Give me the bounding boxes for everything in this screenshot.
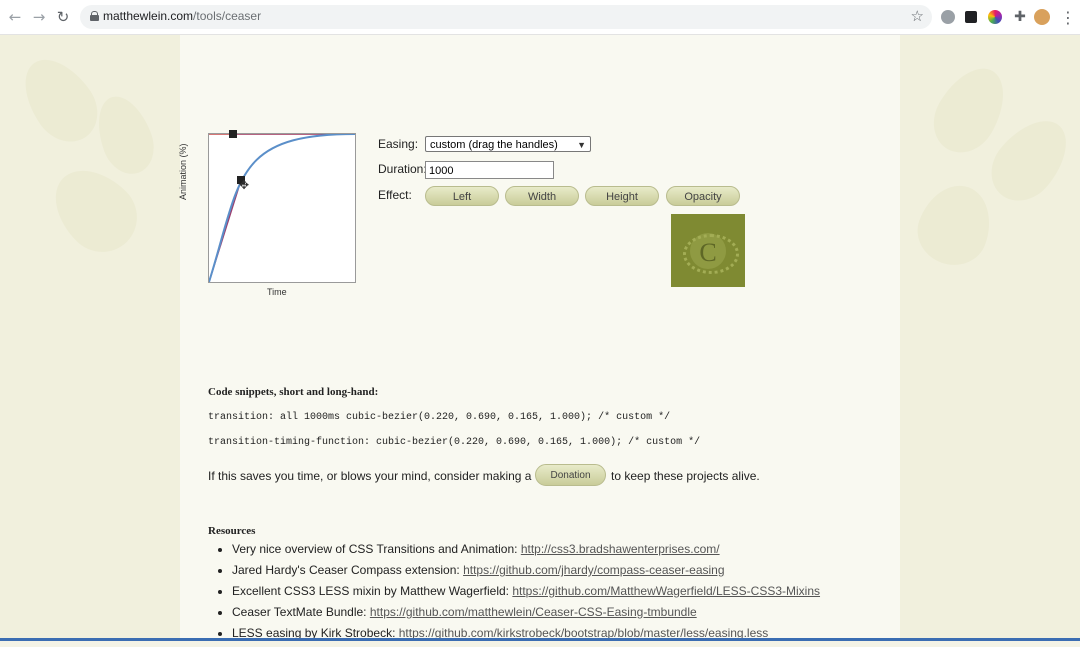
resource-text: Ceaser TextMate Bundle: [232, 605, 370, 619]
easing-curve [209, 134, 355, 282]
code-snippet-short[interactable]: transition: all 1000ms cubic-bezier(0.22… [208, 412, 670, 423]
easing-select[interactable]: custom (drag the handles) ▼ [425, 136, 591, 152]
resource-text: Excellent CSS3 LESS mixin by Matthew Wag… [232, 584, 513, 598]
bookmark-star-icon[interactable]: ☆ [911, 7, 924, 25]
resources-list: Very nice overview of CSS Transitions an… [208, 542, 912, 647]
kebab-menu-icon[interactable]: ⋮ [1060, 8, 1076, 27]
resource-link[interactable]: http://css3.bradshawenterprises.com/ [521, 542, 720, 556]
list-item: Jared Hardy's Ceaser Compass extension: … [232, 563, 912, 577]
forward-arrow-icon[interactable]: → [30, 8, 48, 26]
back-arrow-icon[interactable]: ← [6, 8, 24, 26]
effect-left-button[interactable]: Left [425, 186, 499, 206]
effect-width-button[interactable]: Width [505, 186, 579, 206]
browser-toolbar: ← → ↻ matthewlein.com/tools/ceaser ☆ ✚ ⋮ [0, 0, 1080, 35]
bezier-handle-2[interactable] [229, 130, 237, 138]
url-text[interactable]: matthewlein.com/tools/ceaser [103, 9, 261, 23]
resource-link[interactable]: https://github.com/matthewlein/Ceaser-CS… [370, 605, 697, 619]
right-background-panel [900, 35, 1080, 641]
left-background-panel [0, 35, 180, 641]
duration-input[interactable]: 1000 [425, 161, 554, 179]
reload-icon[interactable]: ↻ [54, 8, 72, 26]
donation-text-before: If this saves you time, or blows your mi… [208, 469, 532, 483]
resource-text: Jared Hardy's Ceaser Compass extension: [232, 563, 464, 577]
duration-label: Duration: [378, 162, 427, 176]
bezier-curve-svg [209, 134, 355, 282]
demo-letter: C [699, 238, 717, 267]
extensions-puzzle-icon[interactable]: ✚ [1011, 8, 1029, 26]
resource-text: Very nice overview of CSS Transitions an… [232, 542, 521, 556]
resources-heading: Resources [208, 525, 256, 537]
bezier-curve-graph[interactable]: ✥ [208, 130, 356, 283]
chevron-down-icon: ▼ [577, 140, 586, 150]
easing-label: Easing: [378, 137, 419, 151]
profile-avatar[interactable] [1034, 9, 1050, 25]
laurel-leaf-decoration [908, 175, 1002, 275]
animation-demo-box: C [671, 214, 745, 287]
laurel-leaf-decoration [87, 88, 163, 182]
address-bar[interactable]: matthewlein.com/tools/ceaser ☆ [80, 5, 932, 29]
donation-text-after: to keep these projects alive. [611, 469, 760, 483]
effect-label: Effect: [378, 188, 412, 202]
lock-icon [90, 11, 99, 21]
easing-select-value: custom (drag the handles) [430, 139, 558, 151]
laurel-leaf-decoration [9, 45, 111, 155]
graph-y-label: Animation (%) [178, 143, 188, 200]
effect-height-button[interactable]: Height [585, 186, 659, 206]
list-item: Ceaser TextMate Bundle: https://github.c… [232, 605, 912, 619]
extension-globe-icon[interactable] [941, 10, 955, 24]
effect-opacity-button[interactable]: Opacity [666, 186, 740, 206]
move-cursor-icon: ✥ [239, 178, 250, 192]
extension-color-icon[interactable] [988, 10, 1002, 24]
code-snippets-heading: Code snippets, short and long-hand: [208, 386, 379, 398]
main-content: ✥ Animation (%) Time Easing: custom (dra… [178, 35, 900, 641]
donation-button[interactable]: Donation [535, 464, 606, 486]
resource-link[interactable]: https://github.com/MatthewWagerfield/LES… [512, 584, 820, 598]
list-item: Excellent CSS3 LESS mixin by Matthew Wag… [232, 584, 912, 598]
list-item: Very nice overview of CSS Transitions an… [232, 542, 912, 556]
graph-x-label: Time [267, 287, 287, 297]
extension-notion-icon[interactable] [965, 11, 977, 23]
code-snippet-long[interactable]: transition-timing-function: cubic-bezier… [208, 437, 700, 448]
resource-link[interactable]: https://github.com/jhardy/compass-ceaser… [463, 563, 724, 577]
